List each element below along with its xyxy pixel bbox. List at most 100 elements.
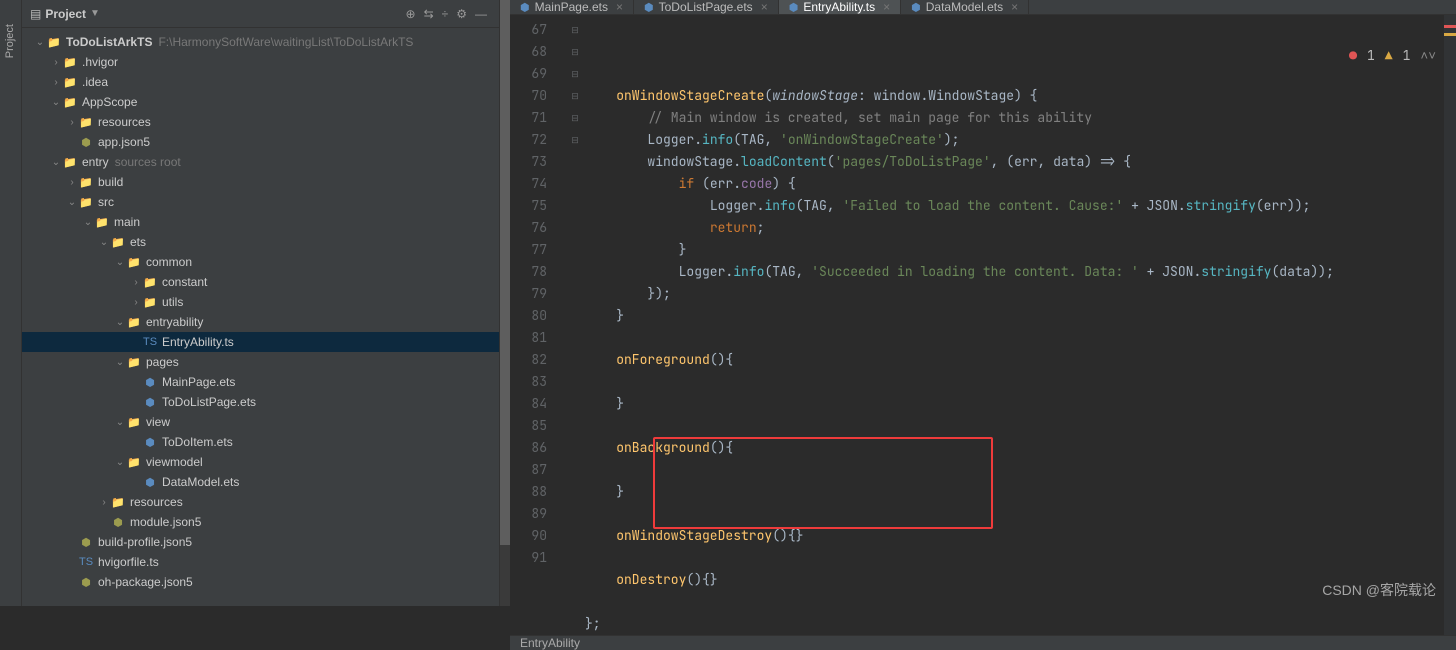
code-line[interactable] xyxy=(585,371,1444,393)
collapse-all-icon[interactable]: ÷ xyxy=(442,7,449,21)
project-scrollbar[interactable] xyxy=(500,0,510,606)
code-line[interactable]: } xyxy=(585,481,1444,503)
fold-gutter[interactable]: ⊟⊟⊟⊟⊟⊟ xyxy=(565,15,585,635)
tree-row[interactable]: ⬢ToDoListPage.ets xyxy=(22,392,499,412)
tree-row[interactable]: ›📁.idea xyxy=(22,72,499,92)
fold-marker[interactable]: ⊟ xyxy=(565,63,585,85)
code-line[interactable] xyxy=(585,503,1444,525)
code-line[interactable]: onWindowStageCreate(windowStage: window.… xyxy=(585,85,1444,107)
code-line[interactable] xyxy=(585,547,1444,569)
code-line[interactable]: Logger.info(TAG, 'onWindowStageCreate'); xyxy=(585,129,1444,151)
tree-row[interactable]: ›📁.hvigor xyxy=(22,52,499,72)
tree-row[interactable]: ⌄📁pages xyxy=(22,352,499,372)
chevron-right-icon[interactable]: › xyxy=(50,77,62,88)
editor-tab[interactable]: ⬢ToDoListPage.ets× xyxy=(634,0,779,14)
select-opened-file-icon[interactable]: ⊕ xyxy=(406,7,416,21)
chevron-up-down-icon[interactable]: ˄˅ xyxy=(1420,47,1436,64)
code-line[interactable] xyxy=(585,459,1444,481)
fold-marker[interactable]: ⊟ xyxy=(565,19,585,41)
tree-row[interactable]: ›📁utils xyxy=(22,292,499,312)
tree-row[interactable]: ⌄📁main xyxy=(22,212,499,232)
inspection-status[interactable]: ●1 ▲1 ˄˅ xyxy=(1349,47,1436,64)
tree-row[interactable]: ⌄📁entryability xyxy=(22,312,499,332)
expand-all-icon[interactable]: ⇆ xyxy=(424,7,434,21)
fold-marker[interactable]: ⊟ xyxy=(565,41,585,63)
code-line[interactable] xyxy=(585,415,1444,437)
code-line[interactable]: onDestroy(){} xyxy=(585,569,1444,591)
chevron-down-icon[interactable]: ⌄ xyxy=(34,37,46,48)
tree-row[interactable]: ⬢build-profile.json5 xyxy=(22,532,499,552)
tree-row[interactable]: ⌄📁ets xyxy=(22,232,499,252)
chevron-down-icon[interactable]: ⌄ xyxy=(114,417,126,428)
code-line[interactable]: } xyxy=(585,393,1444,415)
tree-row[interactable]: ⌄📁ToDoListArkTSF:\HarmonySoftWare\waitin… xyxy=(22,32,499,52)
code-line[interactable]: // Main window is created, set main page… xyxy=(585,107,1444,129)
breadcrumb-item[interactable]: EntryAbility xyxy=(520,636,580,650)
fold-marker[interactable]: ⊟ xyxy=(565,129,585,151)
tree-row[interactable]: ⌄📁common xyxy=(22,252,499,272)
fold-marker[interactable]: ⊟ xyxy=(565,85,585,107)
tree-row[interactable]: ⌄📁AppScope xyxy=(22,92,499,112)
code-line[interactable] xyxy=(585,591,1444,613)
code-line[interactable]: windowStage.loadContent('pages/ToDoListP… xyxy=(585,151,1444,173)
tree-row[interactable]: ⬢app.json5 xyxy=(22,132,499,152)
code-line[interactable]: Logger.info(TAG, 'Failed to load the con… xyxy=(585,195,1444,217)
chevron-down-icon[interactable]: ⌄ xyxy=(114,457,126,468)
tree-row[interactable]: ⌄📁src xyxy=(22,192,499,212)
chevron-down-icon[interactable]: ⌄ xyxy=(82,217,94,228)
close-icon[interactable]: × xyxy=(1011,0,1018,14)
close-icon[interactable]: × xyxy=(616,0,623,14)
chevron-down-icon[interactable]: ⌄ xyxy=(50,97,62,108)
editor-tab[interactable]: ⬢DataModel.ets× xyxy=(901,0,1029,14)
chevron-right-icon[interactable]: › xyxy=(130,297,142,308)
tree-row[interactable]: ⬢MainPage.ets xyxy=(22,372,499,392)
gear-icon[interactable]: ⚙ xyxy=(456,7,467,21)
code-line[interactable]: onWindowStageDestroy(){} xyxy=(585,525,1444,547)
chevron-right-icon[interactable]: › xyxy=(66,177,78,188)
tree-row[interactable]: ⌄📁entrysources root xyxy=(22,152,499,172)
tree-row[interactable]: ⬢ToDoItem.ets xyxy=(22,432,499,452)
code-editor[interactable]: onWindowStageCreate(windowStage: window.… xyxy=(585,15,1444,635)
tree-row[interactable]: ›📁resources xyxy=(22,112,499,132)
tree-row[interactable]: ⬢oh-package.json5 xyxy=(22,572,499,592)
code-line[interactable]: onForeground(){ xyxy=(585,349,1444,371)
hide-panel-icon[interactable]: — xyxy=(475,7,487,21)
close-icon[interactable]: × xyxy=(883,0,890,14)
chevron-down-icon[interactable]: ⌄ xyxy=(98,237,110,248)
code-line[interactable]: if (err.code) { xyxy=(585,173,1444,195)
chevron-down-icon[interactable]: ⌄ xyxy=(114,257,126,268)
project-tree[interactable]: ⌄📁ToDoListArkTSF:\HarmonySoftWare\waitin… xyxy=(22,28,499,606)
code-line[interactable]: } xyxy=(585,239,1444,261)
code-line[interactable]: }; xyxy=(585,613,1444,635)
chevron-down-icon[interactable]: ⌄ xyxy=(114,317,126,328)
chevron-down-icon[interactable]: ⌄ xyxy=(114,357,126,368)
project-tool-tab[interactable]: Project xyxy=(0,20,20,62)
editor-tab[interactable]: ⬢EntryAbility.ts× xyxy=(779,0,901,14)
code-line[interactable]: return; xyxy=(585,217,1444,239)
project-dropdown-arrow[interactable]: ▼ xyxy=(90,8,100,19)
chevron-right-icon[interactable]: › xyxy=(50,57,62,68)
fold-marker[interactable]: ⊟ xyxy=(565,107,585,129)
chevron-down-icon[interactable]: ⌄ xyxy=(50,157,62,168)
tree-row[interactable]: ›📁build xyxy=(22,172,499,192)
tree-row[interactable]: TShvigorfile.ts xyxy=(22,552,499,572)
tree-row[interactable]: TSEntryAbility.ts xyxy=(22,332,499,352)
code-line[interactable]: }); xyxy=(585,283,1444,305)
code-line[interactable]: onBackground(){ xyxy=(585,437,1444,459)
tree-row[interactable]: ⬢module.json5 xyxy=(22,512,499,532)
chevron-right-icon[interactable]: › xyxy=(66,117,78,128)
tool-window-bar[interactable]: Project xyxy=(0,0,22,606)
editor-scrollbar[interactable] xyxy=(1444,15,1456,635)
code-line[interactable] xyxy=(585,327,1444,349)
editor-tab[interactable]: ⬢MainPage.ets× xyxy=(510,0,634,14)
close-icon[interactable]: × xyxy=(761,0,768,14)
breadcrumb[interactable]: EntryAbility xyxy=(510,635,1456,650)
tree-row[interactable]: ⬢DataModel.ets xyxy=(22,472,499,492)
tree-row[interactable]: ⌄📁viewmodel xyxy=(22,452,499,472)
chevron-right-icon[interactable]: › xyxy=(98,497,110,508)
tree-row[interactable]: ⌄📁view xyxy=(22,412,499,432)
tree-row[interactable]: ›📁constant xyxy=(22,272,499,292)
chevron-right-icon[interactable]: › xyxy=(130,277,142,288)
code-area[interactable]: 6768697071727374757677787980818283848586… xyxy=(510,15,1456,635)
tree-row[interactable]: ›📁resources xyxy=(22,492,499,512)
